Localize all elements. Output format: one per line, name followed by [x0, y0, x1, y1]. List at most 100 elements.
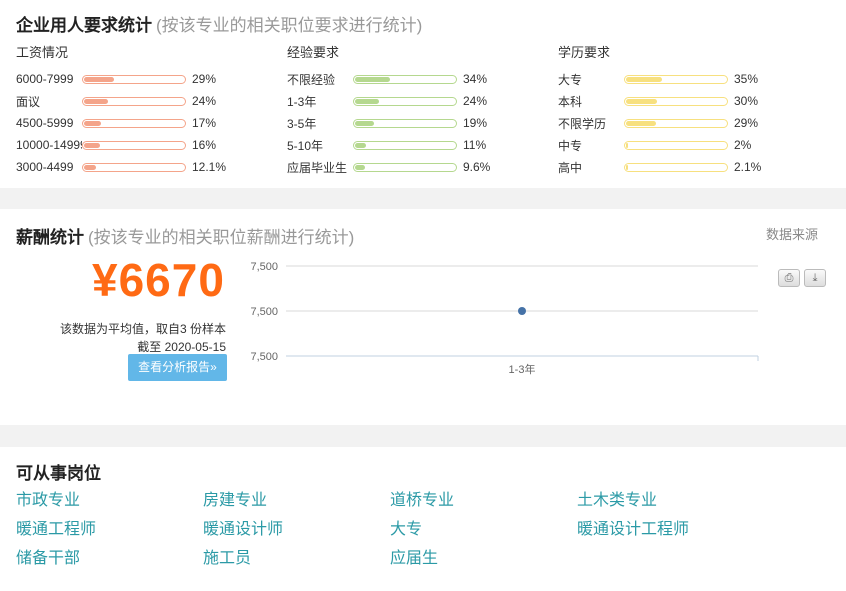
position-link[interactable]: 暖通设计工程师 — [577, 520, 764, 540]
stat-bar-fill — [84, 120, 102, 126]
stat-percent: 12.1% — [192, 160, 227, 174]
stat-bar — [624, 140, 728, 150]
stat-row: 3-5年 19% — [287, 112, 537, 134]
stat-percent: 34% — [463, 72, 488, 86]
stat-label: 高中 — [558, 160, 583, 175]
stat-bar — [82, 74, 186, 84]
position-link[interactable]: 市政专业 — [16, 491, 203, 511]
stat-bar-fill — [626, 76, 662, 82]
positions-list: 市政专业 房建专业 道桥专业 土木类专业暖通工程师 暖通设计师 大专 暖通设计工程师储备干部… — [16, 491, 796, 569]
stat-label: 不限经验 — [287, 72, 336, 87]
stat-row: 中专 2% — [558, 134, 808, 156]
stat-label: 中专 — [558, 138, 583, 153]
demand-panel: 企业用人要求统计 (按该专业的相关职位要求进行统计) 工资情况 6000-7999 2… — [0, 0, 846, 188]
as-of-date: 截至 2020-05-15 — [137, 340, 226, 354]
average-salary: ¥6670 — [92, 254, 225, 306]
position-link[interactable]: 道桥专业 — [390, 491, 577, 511]
stat-bar-fill — [626, 120, 656, 126]
column-heading: 学历要求 — [558, 45, 611, 60]
stat-percent: 17% — [192, 116, 217, 130]
salary-subtitle: (按该专业的相关职位薪酬进行统计) — [88, 228, 355, 247]
demand-column: 经验要求不限经验 34% 1-3年 24% 3-5年 19% 5-10年 11% 应届毕业生 9.… — [287, 44, 537, 178]
stat-row: 不限经验 34% — [287, 68, 537, 90]
stat-row: 面议 24% — [16, 90, 266, 112]
stat-bar-fill — [355, 76, 390, 82]
stat-label: 4500-5999 — [16, 116, 74, 130]
stat-bar-fill — [626, 142, 629, 148]
position-link[interactable]: 储备干部 — [16, 549, 203, 569]
position-link[interactable]: 大专 — [390, 520, 577, 540]
stat-row: 应届毕业生 9.6% — [287, 156, 537, 178]
data-source-link[interactable]: 数据来源 — [766, 224, 818, 243]
stat-bar — [624, 118, 728, 128]
stat-label: 3000-4499 — [16, 160, 74, 174]
stat-row: 6000-7999 29% — [16, 68, 266, 90]
stat-bar-fill — [84, 98, 109, 104]
stat-row: 大专 35% — [558, 68, 808, 90]
y-tick-label: 7,500 — [250, 261, 278, 273]
stat-row: 5-10年 11% — [287, 134, 537, 156]
position-link[interactable]: 暖通工程师 — [16, 520, 203, 540]
stat-row: 10000-14999 16% — [16, 134, 266, 156]
stat-label: 6000-7999 — [16, 72, 74, 86]
stat-label: 本科 — [558, 94, 583, 109]
stat-bar-fill — [626, 164, 629, 170]
position-link[interactable]: 施工员 — [203, 549, 390, 569]
stat-bar — [82, 96, 186, 106]
position-link[interactable]: 土木类专业 — [577, 491, 764, 511]
stat-percent: 11% — [463, 138, 487, 152]
position-link[interactable]: 房建专业 — [203, 491, 390, 511]
stat-label: 面议 — [16, 94, 41, 109]
stat-label: 应届毕业生 — [287, 160, 348, 175]
stat-percent: 2.1% — [734, 160, 762, 174]
demand-subtitle: (按该专业的相关职位要求进行统计) — [156, 16, 423, 35]
stat-bar-fill — [355, 120, 375, 126]
stat-percent: 16% — [192, 138, 217, 152]
stat-percent: 2% — [734, 138, 752, 152]
stat-bar — [353, 96, 457, 106]
stat-bar — [624, 74, 728, 84]
salary-chart: 7,500 7,500 7,500 1-3年 — [250, 261, 759, 376]
stat-bar-fill — [355, 142, 367, 148]
stat-bar — [82, 162, 186, 172]
stat-label: 大专 — [558, 72, 583, 87]
stat-label: 1-3年 — [287, 94, 317, 109]
stat-bar — [353, 118, 457, 128]
positions-panel: 可从事岗位 市政专业 房建专业 道桥专业 土木类专业暖通工程师 暖通设计师 大专 暖通设计工… — [0, 447, 846, 591]
data-point[interactable] — [518, 307, 526, 315]
stat-bar — [624, 96, 728, 106]
stat-row: 4500-5999 17% — [16, 112, 266, 134]
position-link[interactable]: 应届生 — [390, 549, 577, 569]
stat-row: 本科 30% — [558, 90, 808, 112]
stat-row: 不限学历 29% — [558, 112, 808, 134]
stat-bar — [353, 74, 457, 84]
positions-title: 可从事岗位 — [16, 464, 101, 483]
stat-percent: 19% — [463, 116, 488, 130]
position-link[interactable]: 暖通设计师 — [203, 520, 390, 540]
stat-percent: 24% — [463, 94, 488, 108]
stat-percent: 9.6% — [463, 160, 491, 174]
column-heading: 经验要求 — [287, 45, 340, 60]
stat-bar-fill — [355, 164, 365, 170]
download-icon[interactable]: ⤓ — [804, 269, 826, 287]
stat-percent: 30% — [734, 94, 759, 108]
salary-panel: 薪酬统计 (按该专业的相关职位薪酬进行统计) 数据来源 ¥6670 该数据为平均值… — [0, 209, 846, 425]
view-report-button[interactable]: 查看分析报告» — [128, 354, 227, 381]
stat-percent: 24% — [192, 94, 217, 108]
y-tick-label: 7,500 — [250, 306, 278, 318]
stat-bar-fill — [626, 98, 657, 104]
stat-row: 3000-4499 12.1% — [16, 156, 266, 178]
x-tick-label: 1-3年 — [509, 362, 536, 376]
stat-row: 高中 2.1% — [558, 156, 808, 178]
demand-column: 学历要求大专 35% 本科 30% 不限学历 29% 中专 2% 高中 2.1% — [558, 44, 808, 178]
stat-bar — [353, 140, 457, 150]
salary-title: 薪酬统计 (按该专业的相关职位薪酬进行统计) — [16, 228, 355, 247]
stat-bar-fill — [84, 164, 97, 170]
print-icon[interactable]: ⎙ — [778, 269, 800, 287]
stat-label: 3-5年 — [287, 116, 317, 131]
stat-bar — [82, 140, 186, 150]
stat-label: 10000-14999 — [16, 138, 82, 152]
stat-bar-fill — [84, 76, 114, 82]
stat-bar — [624, 162, 728, 172]
demand-title: 企业用人要求统计 (按该专业的相关职位要求进行统计) — [16, 16, 423, 35]
